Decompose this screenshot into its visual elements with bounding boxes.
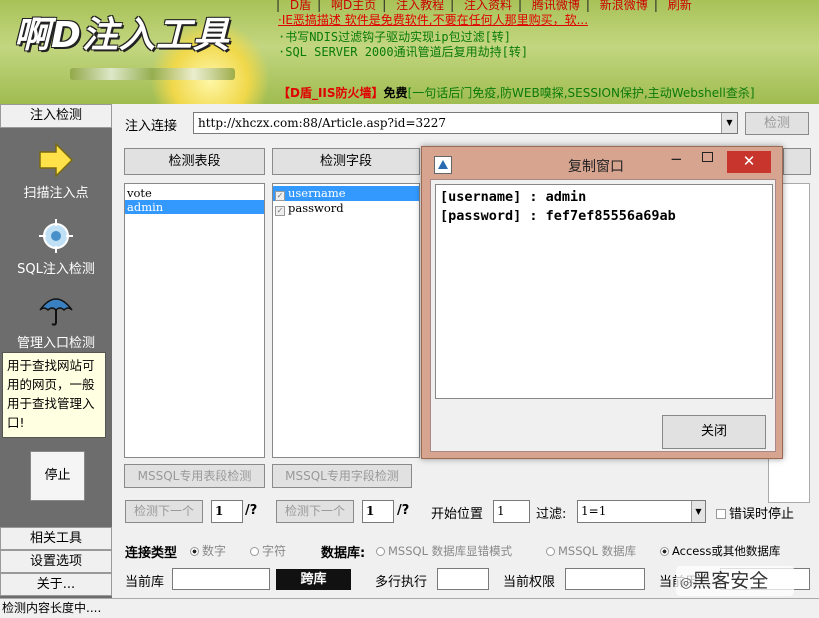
stop-button[interactable]: 停止 [30,451,85,501]
blurred-url [70,68,235,80]
start-pos-input[interactable]: 1 [493,500,530,523]
checkbox[interactable] [716,509,726,519]
dialog-content[interactable]: [username] : admin [password] : fef7ef85… [435,184,773,399]
sql-injection-tool[interactable]: SQL注入检测 [0,218,112,277]
list-item[interactable]: ✓ password [273,201,419,216]
tool-label: SQL注入检测 [17,262,95,277]
db-mssql-error-radio[interactable]: MSSQL 数据库显错模式 [376,543,512,559]
radio-label: Access或其他数据库 [672,544,781,558]
cur-perm-label: 当前权限 [503,575,556,590]
filter-label: 过滤: [536,507,567,522]
url-label: 注入连接 [125,119,178,134]
filter-select[interactable]: 1=1 ▼ [577,500,706,523]
watermark-text: 黑客安全 [692,570,769,592]
wechat-icon: ◎ [680,575,693,591]
db-mssql-radio[interactable]: MSSQL 数据库 [546,543,636,559]
hidden-button[interactable] [783,148,811,175]
db-access-radio[interactable]: Access或其他数据库 [660,543,780,559]
list-item[interactable]: vote [125,186,264,200]
check-button[interactable]: 检测 [745,112,809,135]
admin-entry-tool[interactable]: 管理入口检测 [0,292,112,351]
copy-dialog: 复制窗口 − ✕ [username] : admin [password] :… [421,146,783,459]
close-icon[interactable]: ✕ [727,151,771,173]
checkbox[interactable]: ✓ [275,206,285,216]
cur-perm-input[interactable] [565,568,645,590]
settings-button[interactable]: 设置选项 [0,550,112,573]
tool-label: 扫描注入点 [23,186,89,201]
stop-on-error-checkbox[interactable]: 错误时停止 [716,503,794,522]
crosshair-icon [39,219,73,253]
checkbox[interactable]: ✓ [275,191,285,201]
app-logo: 啊D注入工具 [14,15,230,56]
list-item-selected[interactable]: admin [125,200,264,214]
dialog-close-button[interactable]: 关闭 [662,415,766,449]
multi-exec-label: 多行执行 [375,575,428,590]
notice-link[interactable]: ·IE恶搞描述 软件是免费软件,不要在任何人那里购买，软... [278,11,588,28]
next-table-suffix: /? [245,503,258,518]
conn-number-radio[interactable]: 数字 [190,542,226,559]
notice-link[interactable]: ·SQL SERVER 2000通讯管道后复用劫持[转] [278,43,528,60]
next-field-suffix: /? [397,503,410,518]
field-name: username [288,186,346,200]
radio-label: MSSQL 数据库显错模式 [388,544,513,558]
dialog-body: [username] : admin [password] : fef7ef85… [430,179,776,452]
related-tools-button[interactable]: 相关工具 [0,527,112,550]
chevron-down-icon[interactable]: ▼ [721,113,737,133]
next-table-input[interactable]: 1 [211,500,243,523]
stop-on-error-label: 错误时停止 [729,507,795,522]
ad-free: 免费 [383,86,408,100]
conn-string-radio[interactable]: 字符 [250,542,286,559]
arrow-right-icon [39,142,74,178]
app-icon [434,156,452,174]
radio-button[interactable] [546,547,555,556]
list-item-selected[interactable]: ✓ username [273,186,419,201]
filter-value: 1=1 [581,504,607,518]
cur-db-label: 当前库 [125,575,165,590]
scan-injection-tool[interactable]: 扫描注入点 [0,142,112,201]
next-field-button[interactable]: 检测下一个 [276,500,354,523]
detect-tables-button[interactable]: 检测表段 [124,148,265,175]
radio-label: MSSQL 数据库 [558,544,637,558]
next-field-input[interactable]: 1 [362,500,394,523]
radio-label: 数字 [202,544,227,558]
ad-desc: [一句话后门免疫,防WEB嗅探,SESSION保护,主动Webshell查杀] [407,86,755,100]
url-value: http://xhczx.com:88/Article.asp?id=3227 [198,116,447,130]
conn-type-label: 连接类型 [125,546,178,561]
nav-link[interactable]: 新浪微博 [600,0,648,12]
sidebar-header[interactable]: 注入检测 [0,104,112,128]
minimize-icon[interactable]: − [670,150,683,168]
mssql-table-button[interactable]: MSSQL专用表段检测 [124,464,265,488]
radio-button[interactable] [250,547,259,556]
db-label: 数据库: [321,546,366,561]
tool-label: 管理入口检测 [16,336,95,351]
radio-label: 字符 [262,544,287,558]
multi-exec-input[interactable] [437,568,489,590]
radio-button[interactable] [660,547,669,556]
maximize-icon[interactable] [702,152,713,162]
chevron-down-icon[interactable]: ▼ [691,501,705,522]
url-input[interactable]: http://xhczx.com:88/Article.asp?id=3227 … [193,112,738,134]
next-table-button[interactable]: 检测下一个 [125,500,203,523]
start-pos-label: 开始位置 [431,507,484,522]
detect-fields-button[interactable]: 检测字段 [272,148,420,175]
watermark: ◎黑客安全 [676,566,794,596]
status-bar: 检测内容长度中.... [0,598,819,618]
ad-brand: 【D盾_IIS防火墙】 [278,86,384,100]
field-name: password [288,201,344,215]
umbrella-icon [39,298,73,326]
mssql-field-button[interactable]: MSSQL专用字段检测 [272,464,412,488]
radio-button[interactable] [190,547,199,556]
nav-link[interactable]: 刷新 [668,0,692,12]
dialog-title: 复制窗口 [568,159,624,175]
fields-list[interactable]: ✓ username ✓ password [272,183,420,458]
banner: 啊D注入工具 | D盾 | 啊D主页 | 注入教程 | 注入资料 | 腾讯微博 | 新浪微… [0,0,819,104]
ad-link[interactable]: 【D盾_IIS防火墙】免费[一句话后门免疫,防WEB嗅探,SESSION保护,主… [278,84,755,101]
tables-list[interactable]: vote admin [124,183,265,458]
tooltip: 用于查找网站可用的网页，一般用于查找管理入口! [2,352,106,438]
jump-db-button[interactable]: 跨库 [276,569,351,590]
about-button[interactable]: 关于... [0,573,112,596]
cur-db-input[interactable] [172,568,270,590]
radio-button[interactable] [376,547,385,556]
